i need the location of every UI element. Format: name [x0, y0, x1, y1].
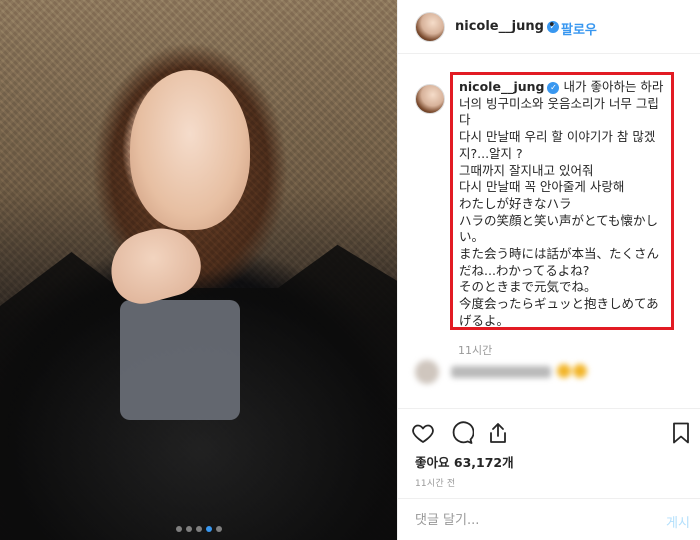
follow-button[interactable]: 팔로우 [561, 19, 597, 38]
likes-label: 좋아요 [415, 455, 450, 470]
emoji-icon [557, 364, 571, 378]
post-header: nicole__jung ✓ • 팔로우 [398, 0, 700, 54]
share-icon[interactable] [486, 421, 510, 445]
instagram-post-modal: nicole__jung ✓ • 팔로우 nicole__jung ✓ 내가 좋아하… [0, 0, 700, 540]
post-side-panel: nicole__jung ✓ • 팔로우 nicole__jung ✓ 내가 좋아하… [397, 0, 700, 540]
post-comment-button[interactable]: 게시 [666, 512, 690, 531]
divider [398, 408, 700, 409]
caption-username[interactable]: nicole__jung [459, 79, 544, 94]
caption-text: nicole__jung ✓ 내가 좋아하는 하라너의 빙구미소와 웃음소리가 너… [459, 79, 665, 330]
caption-highlight-box: nicole__jung ✓ 내가 좋아하는 하라너의 빙구미소와 웃음소리가 너… [450, 72, 674, 330]
carousel-dot [215, 526, 222, 532]
comment-text-blurred [451, 366, 551, 378]
heart-outline-icon[interactable] [411, 421, 435, 445]
post-photo[interactable] [0, 0, 397, 540]
comment-input[interactable] [415, 509, 635, 531]
post-timestamp: 11시간 전 [415, 479, 456, 489]
blurred-comment [415, 360, 685, 390]
caption-body: 내가 좋아하는 하라너의 빙구미소와 웃음소리가 너무 그립다 다시 만날때 우… [459, 79, 664, 328]
header-separator: • [548, 18, 556, 33]
photo-face [130, 70, 250, 230]
divider [398, 498, 700, 499]
verified-badge-icon: ✓ [547, 81, 560, 94]
header-username[interactable]: nicole__jung ✓ [455, 19, 559, 34]
likes-number: 63,172개 [453, 455, 514, 470]
likes-count[interactable]: 좋아요 63,172개 [415, 452, 514, 471]
emoji-icon [573, 364, 587, 378]
carousel-dot [175, 526, 182, 532]
header-username-text[interactable]: nicole__jung [455, 19, 544, 34]
bookmark-icon[interactable] [669, 421, 693, 445]
avatar[interactable] [415, 12, 445, 42]
comment-avatar [415, 360, 439, 384]
carousel-dot [185, 526, 192, 532]
carousel-dot-active [205, 526, 212, 532]
caption-avatar[interactable] [415, 84, 445, 114]
comment-time: 11시간 [458, 344, 493, 357]
carousel-dot [195, 526, 202, 532]
speech-bubble-icon[interactable] [450, 421, 475, 445]
photo-shirt [120, 300, 240, 420]
carousel-indicator [0, 526, 397, 532]
